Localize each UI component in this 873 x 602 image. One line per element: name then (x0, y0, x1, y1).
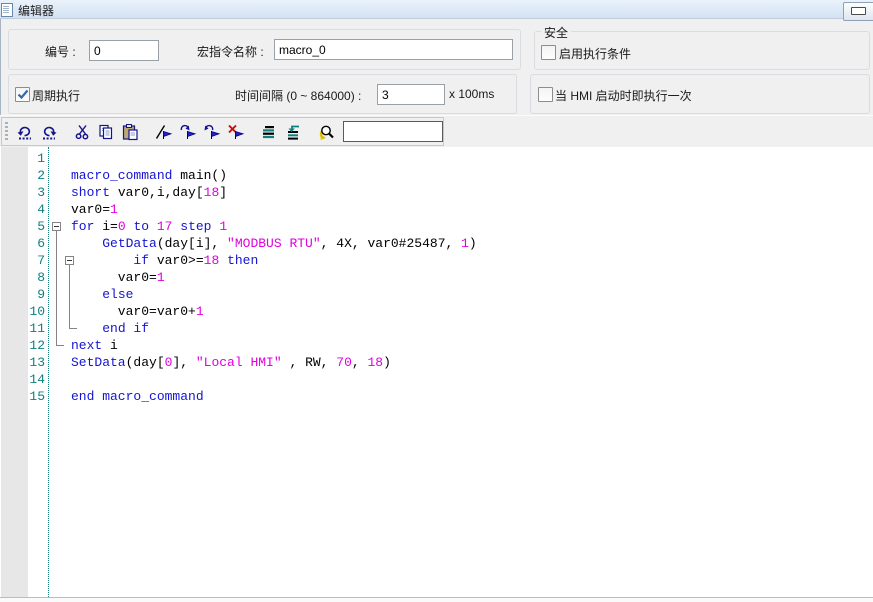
line-number: 5 (0, 218, 45, 235)
copy-button[interactable] (94, 120, 118, 144)
code-lines[interactable]: macro_command main()short var0,i,day[18]… (71, 150, 477, 405)
line-number: 2 (0, 167, 45, 184)
macro-name-label: 宏指令名称 : (197, 43, 264, 60)
code-line: else (71, 286, 477, 303)
undo-icon (16, 123, 34, 141)
toggle-bookmark-button[interactable] (152, 120, 176, 144)
code-line: var0=1 (71, 269, 477, 286)
code-line (71, 150, 477, 167)
security-group-label: 安全 (541, 24, 571, 41)
maximize-icon (851, 7, 866, 15)
interval-input[interactable] (377, 84, 445, 105)
fold-line (56, 231, 57, 345)
code-line: short var0,i,day[18] (71, 184, 477, 201)
code-line: for i=0 to 17 step 1 (71, 218, 477, 235)
code-line: GetData(day[i], "MODBUS RTU", 4X, var0#2… (71, 235, 477, 252)
copy-icon (97, 123, 115, 141)
cut-icon (74, 123, 92, 141)
fold-toggle[interactable] (52, 222, 61, 231)
security-group: 安全 启用执行条件 (534, 31, 870, 70)
macro-name-input[interactable] (274, 39, 513, 60)
toolbar-band (0, 115, 873, 148)
code-editor[interactable]: 123456789101112131415 macro_command main… (0, 147, 873, 597)
line-number: 14 (0, 371, 45, 388)
toolbar (1, 117, 444, 146)
maximize-button[interactable] (843, 2, 873, 21)
line-number: 10 (0, 303, 45, 320)
toolbar-grip-handle[interactable] (5, 122, 8, 142)
titlebar[interactable]: 编辑器 (0, 0, 873, 19)
line-number: 6 (0, 235, 45, 252)
list-lines-icon (260, 123, 278, 141)
run-on-startup-label: 当 HMI 启动时即执行一次 (555, 87, 692, 104)
code-line: next i (71, 337, 477, 354)
fold-line (69, 265, 70, 328)
number-input[interactable] (89, 40, 159, 61)
code-line: macro_command main() (71, 167, 477, 184)
window-title: 编辑器 (18, 2, 54, 19)
enable-condition-checkbox[interactable] (541, 45, 556, 60)
line-number: 1 (0, 150, 45, 167)
line-number: 4 (0, 201, 45, 218)
code-line: if var0>=18 then (71, 252, 477, 269)
startup-group: 当 HMI 启动时即执行一次 (530, 74, 870, 114)
clear-bookmarks-button[interactable] (224, 120, 248, 144)
periodic-label: 周期执行 (32, 87, 80, 104)
line-number: 9 (0, 286, 45, 303)
gutter-divider-line (48, 147, 49, 597)
list-arrow-icon (284, 123, 302, 141)
window-bottom-edge (0, 597, 873, 602)
interval-label: 时间间隔 (0 ~ 864000) : (235, 87, 361, 104)
paste-icon (121, 123, 139, 141)
code-line: end if (71, 320, 477, 337)
code-line: var0=1 (71, 201, 477, 218)
line-number: 12 (0, 337, 45, 354)
line-numbers: 123456789101112131415 (0, 150, 45, 405)
code-line: var0=var0+1 (71, 303, 477, 320)
line-number: 3 (0, 184, 45, 201)
goto-line-button[interactable] (257, 120, 281, 144)
line-number: 8 (0, 269, 45, 286)
code-line (71, 371, 477, 388)
code-line: end macro_command (71, 388, 477, 405)
search-input[interactable] (343, 121, 443, 142)
find-button[interactable] (315, 120, 339, 144)
number-label: 编号 : (45, 43, 76, 60)
next-bookmark-button[interactable] (176, 120, 200, 144)
macro-id-group: 编号 : 宏指令名称 : (8, 29, 521, 70)
checkmark-icon (16, 87, 30, 101)
line-number: 13 (0, 354, 45, 371)
search-wand-icon (318, 123, 336, 141)
bookmark-next-flag-icon (179, 123, 197, 141)
window-icon (1, 3, 13, 17)
bookmark-pen-flag-icon (155, 123, 173, 141)
macro-editor-window: 编辑器 编号 : 宏指令名称 : 安全 启用执行条件 周期执行 时间间隔 (0 … (0, 0, 873, 602)
back-reference-button[interactable] (281, 120, 305, 144)
fold-line-end (56, 345, 64, 346)
previous-bookmark-button[interactable] (200, 120, 224, 144)
line-number: 11 (0, 320, 45, 337)
cut-button[interactable] (71, 120, 95, 144)
redo-button[interactable] (37, 120, 61, 144)
bookmark-clear-flag-icon (227, 123, 245, 141)
code-line: SetData(day[0], "Local HMI" , RW, 70, 18… (71, 354, 477, 371)
enable-condition-label: 启用执行条件 (559, 45, 631, 62)
interval-unit-label: x 100ms (449, 87, 494, 101)
run-on-startup-checkbox[interactable] (538, 87, 553, 102)
line-number: 15 (0, 388, 45, 405)
redo-icon (40, 123, 58, 141)
periodic-group: 周期执行 时间间隔 (0 ~ 864000) : x 100ms (8, 74, 517, 114)
line-number: 7 (0, 252, 45, 269)
undo-button[interactable] (13, 120, 37, 144)
periodic-checkbox[interactable] (15, 87, 30, 102)
paste-button[interactable] (118, 120, 142, 144)
bookmark-previous-flag-icon (203, 123, 221, 141)
